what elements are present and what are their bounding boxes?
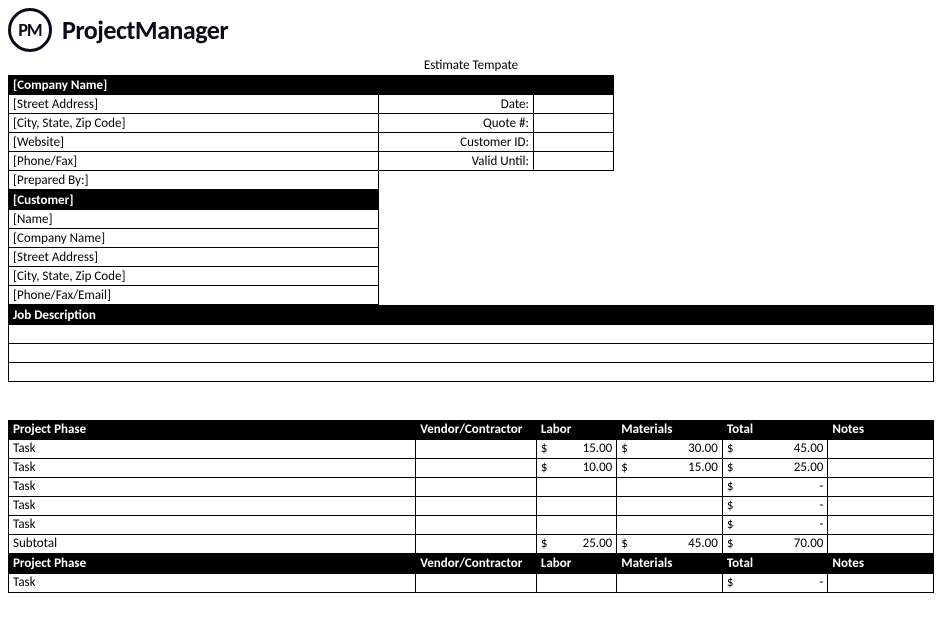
- labor-cell[interactable]: [536, 515, 616, 534]
- page-title: Estimate Tempate: [8, 58, 934, 73]
- materials-cell[interactable]: [617, 477, 723, 496]
- materials-cell[interactable]: [617, 573, 723, 592]
- vendor-cell[interactable]: [416, 477, 537, 496]
- notes-cell[interactable]: [828, 477, 934, 496]
- total-cell[interactable]: $45.00: [722, 439, 828, 458]
- company-header: [Company Name]: [9, 76, 379, 95]
- customer-street[interactable]: [Street Address]: [9, 248, 379, 267]
- notes-cell[interactable]: [828, 439, 934, 458]
- job-description-table: Job Description: [8, 305, 934, 420]
- value-quote[interactable]: [534, 114, 614, 133]
- value-customer-id[interactable]: [534, 133, 614, 152]
- col-phase: Project Phase: [9, 554, 416, 573]
- company-meta-table: [Company Name] [Street Address] Date: [C…: [8, 75, 934, 190]
- col-materials: Materials: [617, 420, 723, 439]
- customer-table: [Customer] [Name] [Company Name] [Street…: [8, 190, 934, 305]
- value-date[interactable]: [534, 95, 614, 114]
- col-materials: Materials: [617, 554, 723, 573]
- company-header-ext: [379, 76, 534, 95]
- label-customer-id: Customer ID:: [379, 133, 534, 152]
- col-total: Total: [722, 420, 828, 439]
- job-description-header: Job Description: [9, 306, 934, 325]
- label-date: Date:: [379, 95, 534, 114]
- col-vendor: Vendor/Contractor: [416, 420, 537, 439]
- phase1-table: Project Phase Vendor/Contractor Labor Ma…: [8, 420, 934, 554]
- subtotal-row: Subtotal $25.00 $45.00 $70.00: [9, 534, 934, 553]
- subtotal-label: Subtotal: [9, 534, 416, 553]
- labor-cell[interactable]: [536, 573, 616, 592]
- col-labor: Labor: [536, 554, 616, 573]
- table-row: Task $15.00 $30.00 $45.00: [9, 439, 934, 458]
- col-phase: Project Phase: [9, 420, 416, 439]
- table-row: Task $-: [9, 496, 934, 515]
- labor-cell[interactable]: $15.00: [536, 439, 616, 458]
- notes-cell[interactable]: [828, 515, 934, 534]
- task-cell[interactable]: Task: [9, 439, 416, 458]
- col-labor: Labor: [536, 420, 616, 439]
- labor-cell[interactable]: [536, 496, 616, 515]
- table-row: Task $-: [9, 477, 934, 496]
- subtotal-materials: $45.00: [617, 534, 723, 553]
- label-valid-until: Valid Until:: [379, 152, 534, 171]
- job-description-line[interactable]: [9, 325, 934, 344]
- vendor-cell[interactable]: [416, 515, 537, 534]
- labor-cell[interactable]: $10.00: [536, 458, 616, 477]
- subtotal-labor: $25.00: [536, 534, 616, 553]
- company-prepared-by[interactable]: [Prepared By:]: [9, 171, 379, 190]
- customer-company[interactable]: [Company Name]: [9, 229, 379, 248]
- table-row: Task $-: [9, 515, 934, 534]
- task-cell[interactable]: Task: [9, 573, 416, 592]
- phase2-table: Project Phase Vendor/Contractor Labor Ma…: [8, 554, 934, 593]
- vendor-cell[interactable]: [416, 573, 537, 592]
- customer-city[interactable]: [City, State, Zip Code]: [9, 267, 379, 286]
- notes-cell[interactable]: [828, 496, 934, 515]
- value-valid-until[interactable]: [534, 152, 614, 171]
- col-vendor: Vendor/Contractor: [416, 554, 537, 573]
- materials-cell[interactable]: [617, 515, 723, 534]
- col-notes: Notes: [828, 554, 934, 573]
- task-cell[interactable]: Task: [9, 515, 416, 534]
- col-total: Total: [722, 554, 828, 573]
- task-cell[interactable]: Task: [9, 477, 416, 496]
- customer-header: [Customer]: [9, 191, 379, 210]
- table-row: Task $10.00 $15.00 $25.00: [9, 458, 934, 477]
- company-website[interactable]: [Website]: [9, 133, 379, 152]
- vendor-cell[interactable]: [416, 439, 537, 458]
- customer-name[interactable]: [Name]: [9, 210, 379, 229]
- company-city[interactable]: [City, State, Zip Code]: [9, 114, 379, 133]
- total-cell[interactable]: $-: [722, 477, 828, 496]
- logo-badge: PM: [8, 8, 52, 52]
- subtotal-total: $70.00: [722, 534, 828, 553]
- total-cell[interactable]: $-: [722, 573, 828, 592]
- col-notes: Notes: [828, 420, 934, 439]
- logo-text: ProjectManager: [62, 14, 228, 46]
- job-description-line[interactable]: [9, 363, 934, 382]
- materials-cell[interactable]: $30.00: [617, 439, 723, 458]
- customer-contact[interactable]: [Phone/Fax/Email]: [9, 286, 379, 305]
- notes-cell[interactable]: [828, 458, 934, 477]
- total-cell[interactable]: $-: [722, 496, 828, 515]
- job-description-line[interactable]: [9, 344, 934, 363]
- vendor-cell[interactable]: [416, 496, 537, 515]
- labor-cell[interactable]: [536, 477, 616, 496]
- table-row: Task $-: [9, 573, 934, 592]
- company-street[interactable]: [Street Address]: [9, 95, 379, 114]
- total-cell[interactable]: $-: [722, 515, 828, 534]
- vendor-cell[interactable]: [416, 458, 537, 477]
- task-cell[interactable]: Task: [9, 458, 416, 477]
- total-cell[interactable]: $25.00: [722, 458, 828, 477]
- notes-cell[interactable]: [828, 573, 934, 592]
- materials-cell[interactable]: [617, 496, 723, 515]
- task-cell[interactable]: Task: [9, 496, 416, 515]
- materials-cell[interactable]: $15.00: [617, 458, 723, 477]
- company-phone[interactable]: [Phone/Fax]: [9, 152, 379, 171]
- label-quote: Quote #:: [379, 114, 534, 133]
- logo-row: PM ProjectManager: [8, 8, 934, 52]
